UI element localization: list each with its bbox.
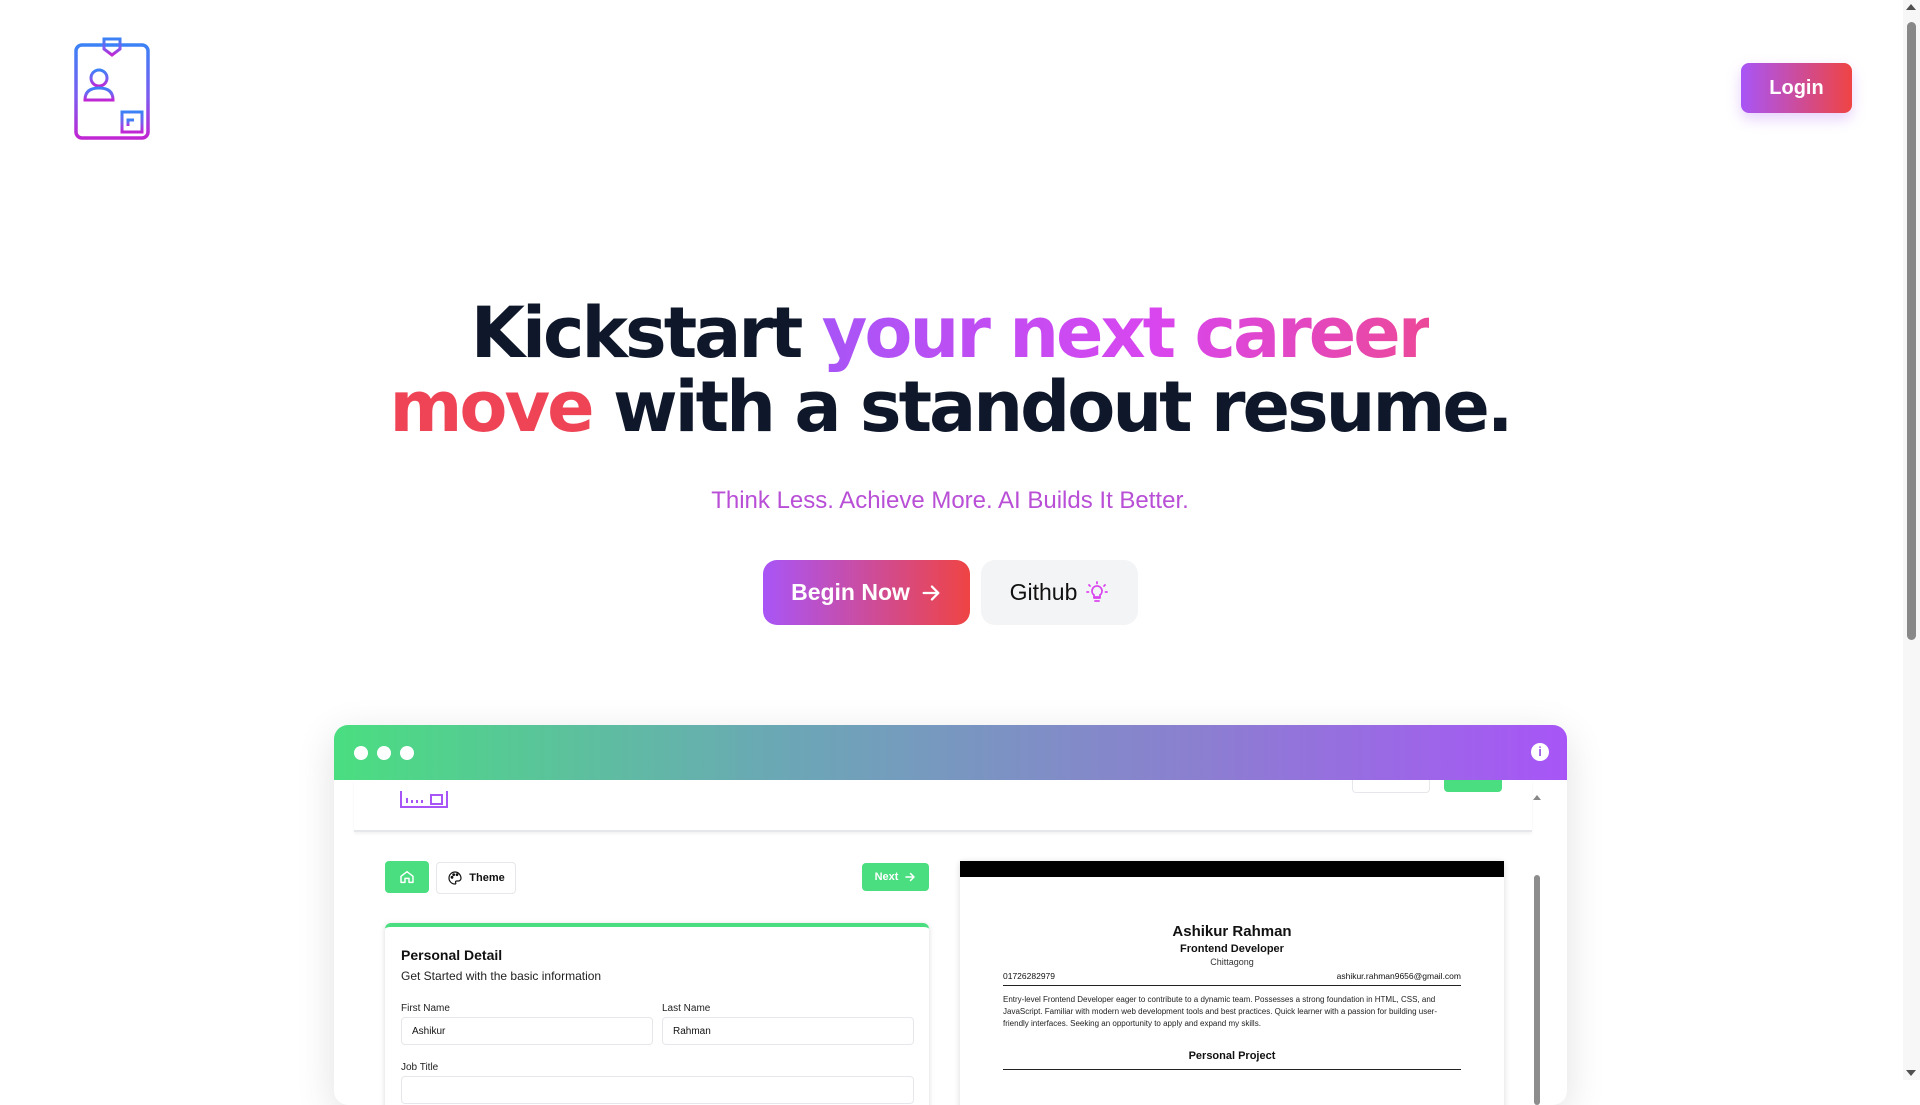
resume-section-title: Personal Project	[1188, 1050, 1276, 1062]
preview-header-button	[1352, 780, 1430, 793]
job-title-label: Job Title	[401, 1062, 439, 1073]
window-dot	[354, 746, 368, 760]
next-label: Next	[874, 871, 899, 883]
hero-tagline: Think Less. Achieve More. AI Builds It B…	[711, 487, 1189, 514]
page-scrollbar[interactable]	[1903, 0, 1920, 1080]
headline-part-1: Kickstart	[470, 292, 822, 374]
headline-part-2: with a standout resume.	[591, 366, 1514, 448]
theme-label: Theme	[469, 872, 505, 884]
scroll-thumb[interactable]	[1907, 22, 1916, 640]
window-dot	[400, 746, 414, 760]
arrow-right-icon	[905, 872, 916, 882]
resume-logo-icon[interactable]	[74, 36, 150, 140]
login-button[interactable]: Login	[1741, 63, 1852, 113]
resume-phone: 01726282979	[1003, 971, 1056, 981]
resume-name: Ashikur Rahman	[1172, 923, 1292, 940]
resume-location: Chittagong	[1210, 957, 1254, 967]
theme-button[interactable]: Theme	[436, 862, 516, 894]
github-button[interactable]: Github	[981, 560, 1138, 625]
arrow-right-icon	[922, 584, 940, 601]
form-subtitle: Get Started with the basic information	[401, 969, 602, 983]
preview-scroll-up-icon	[1533, 795, 1541, 800]
headline-highlight-2: move	[389, 366, 594, 448]
begin-now-label: Begin Now	[791, 579, 910, 605]
preview-logo-icon	[400, 791, 448, 808]
preview-scroll-thumb	[1534, 875, 1540, 1105]
window-dot	[377, 746, 391, 760]
resume-divider	[1003, 1069, 1461, 1070]
palette-icon	[448, 871, 462, 885]
preview-header-button	[1444, 780, 1502, 792]
headline-highlight-1: your next career	[821, 292, 1432, 374]
job-title-field[interactable]	[401, 1076, 914, 1104]
app-preview-window: i Theme Next Personal Detail Get Started…	[334, 725, 1567, 1105]
resume-top-bar	[960, 861, 1504, 877]
scroll-up-arrow-icon[interactable]	[1906, 4, 1916, 10]
resume-preview: Ashikur Rahman Frontend Developer Chitta…	[960, 861, 1504, 1105]
preview-title-bar: i	[334, 725, 1567, 780]
hero-headline: Kickstart your next career move with a s…	[0, 296, 1900, 444]
home-button[interactable]	[385, 861, 429, 893]
lightbulb-icon	[1086, 580, 1109, 602]
home-icon	[400, 870, 414, 884]
last-name-field[interactable]: Rahman	[662, 1017, 914, 1045]
scroll-down-arrow-icon[interactable]	[1906, 1070, 1916, 1076]
info-icon[interactable]: i	[1531, 743, 1549, 761]
resume-email: ashikur.rahman9656@gmail.com	[1336, 971, 1461, 981]
github-label: Github	[1009, 579, 1078, 605]
preview-scrollbar	[1533, 795, 1541, 1105]
first-name-label: First Name	[401, 1003, 450, 1014]
last-name-label: Last Name	[662, 1003, 711, 1014]
personal-detail-form: Personal Detail Get Started with the bas…	[385, 923, 929, 1105]
next-button[interactable]: Next	[862, 863, 929, 891]
begin-now-button[interactable]: Begin Now	[763, 560, 970, 625]
resume-role: Frontend Developer	[1180, 943, 1284, 955]
form-title: Personal Detail	[401, 947, 503, 963]
resume-summary: Entry-level Frontend Developer eager to …	[1003, 995, 1437, 1028]
resume-divider	[1003, 985, 1461, 986]
first-name-field[interactable]: Ashikur	[401, 1017, 653, 1045]
